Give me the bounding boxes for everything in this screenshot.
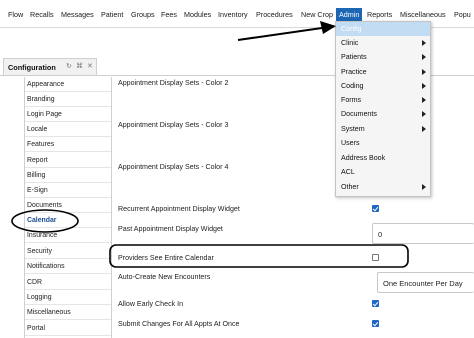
admin-menu-documents[interactable]: Documents bbox=[336, 107, 430, 121]
admin-menu-config[interactable]: Config bbox=[336, 22, 430, 36]
sidebar-item-miscellaneous[interactable]: Miscellaneous bbox=[25, 305, 111, 320]
sidebar-item-branding[interactable]: Branding bbox=[25, 92, 111, 107]
menu-flow[interactable]: Flow bbox=[8, 9, 23, 21]
menu-groups[interactable]: Groups bbox=[131, 9, 155, 21]
setting-label-color-2: Appointment Display Sets - Color 2 bbox=[118, 79, 229, 87]
sidebar-item-security[interactable]: Security bbox=[25, 244, 111, 259]
auto-create-select[interactable]: One Encounter Per Day bbox=[377, 272, 474, 293]
admin-menu-practice-label: Practice bbox=[341, 68, 367, 76]
setting-label-recurrent-widget: Recurrent Appointment Display Widget bbox=[118, 205, 240, 213]
admin-menu-other[interactable]: Other bbox=[336, 180, 430, 194]
admin-dropdown-menu: Config Clinic Patients Practice Coding F… bbox=[335, 21, 431, 197]
setting-label-early-check-in: Allow Early Check In bbox=[118, 300, 184, 308]
menu-messages[interactable]: Messages bbox=[61, 9, 94, 21]
submenu-arrow-icon bbox=[422, 111, 426, 117]
early-check-in-checkbox[interactable] bbox=[372, 300, 379, 307]
submenu-arrow-icon bbox=[422, 54, 426, 60]
sidebar-item-logging[interactable]: Logging bbox=[25, 290, 111, 305]
admin-menu-practice[interactable]: Practice bbox=[336, 65, 430, 79]
submenu-arrow-icon bbox=[422, 40, 426, 46]
admin-menu-address-book[interactable]: Address Book bbox=[336, 151, 430, 165]
admin-menu-patients[interactable]: Patients bbox=[336, 50, 430, 64]
sidebar-item-e-sign[interactable]: E-Sign bbox=[25, 183, 111, 198]
providers-entire-calendar-checkbox[interactable] bbox=[372, 254, 379, 261]
sidebar-item-login-page[interactable]: Login Page bbox=[25, 107, 111, 122]
sidebar-item-report[interactable]: Report bbox=[25, 153, 111, 168]
sidebar-item-features[interactable]: Features bbox=[25, 137, 111, 152]
menu-admin[interactable]: Admin bbox=[336, 8, 363, 22]
auto-create-value: One Encounter Per Day bbox=[383, 279, 463, 288]
config-sidebar: Appearance Branding Login Page Locale Fe… bbox=[24, 77, 112, 338]
admin-menu-users[interactable]: Users bbox=[336, 136, 430, 150]
tab-settings-icon[interactable]: ⌘ bbox=[76, 62, 83, 70]
menu-miscellaneous[interactable]: Miscellaneous bbox=[400, 9, 446, 21]
menu-patient[interactable]: Patient bbox=[101, 9, 123, 21]
submit-all-appts-checkbox[interactable] bbox=[372, 320, 379, 327]
setting-label-past-widget: Past Appointment Display Widget bbox=[118, 225, 223, 233]
submenu-arrow-icon bbox=[422, 184, 426, 190]
sidebar-item-documents[interactable]: Documents bbox=[25, 198, 111, 213]
admin-menu-system[interactable]: System bbox=[336, 122, 430, 136]
setting-label-color-3: Appointment Display Sets - Color 3 bbox=[118, 121, 229, 129]
menu-modules[interactable]: Modules bbox=[184, 9, 211, 21]
submenu-arrow-icon bbox=[422, 97, 426, 103]
menu-popups[interactable]: Popu bbox=[454, 9, 471, 21]
admin-menu-documents-label: Documents bbox=[341, 110, 377, 118]
sidebar-item-calendar[interactable]: Calendar bbox=[25, 213, 111, 228]
menu-new-crop[interactable]: New Crop bbox=[301, 9, 333, 21]
sidebar-item-billing[interactable]: Billing bbox=[25, 168, 111, 183]
menu-inventory[interactable]: Inventory bbox=[218, 9, 248, 21]
menu-procedures[interactable]: Procedures bbox=[256, 9, 293, 21]
past-widget-input[interactable]: 0 bbox=[372, 223, 474, 244]
submenu-arrow-icon bbox=[422, 83, 426, 89]
admin-menu-forms-label: Forms bbox=[341, 96, 362, 104]
close-icon[interactable]: ✕ bbox=[87, 62, 93, 70]
recurrent-widget-checkbox[interactable] bbox=[372, 205, 379, 212]
setting-label-auto-create: Auto-Create New Encounters bbox=[118, 273, 211, 281]
tab-label: Configuration bbox=[8, 63, 56, 72]
sidebar-item-portal[interactable]: Portal bbox=[25, 321, 111, 336]
admin-menu-clinic[interactable]: Clinic bbox=[336, 36, 430, 50]
admin-menu-coding-label: Coding bbox=[341, 82, 364, 90]
refresh-icon[interactable]: ↻ bbox=[66, 62, 72, 70]
admin-menu-clinic-label: Clinic bbox=[341, 39, 359, 47]
sidebar-item-notifications[interactable]: Notifications bbox=[25, 259, 111, 274]
setting-label-color-4: Appointment Display Sets - Color 4 bbox=[118, 163, 229, 171]
admin-menu-system-label: System bbox=[341, 125, 365, 133]
configuration-tab[interactable]: Configuration ↻ ⌘ ✕ bbox=[3, 58, 97, 75]
submenu-arrow-icon bbox=[422, 69, 426, 75]
sidebar-item-cdr[interactable]: CDR bbox=[25, 275, 111, 290]
menu-reports[interactable]: Reports bbox=[367, 9, 392, 21]
sidebar-item-locale[interactable]: Locale bbox=[25, 122, 111, 137]
admin-menu-other-label: Other bbox=[341, 183, 359, 191]
sidebar-item-appearance[interactable]: Appearance bbox=[25, 77, 111, 92]
submenu-arrow-icon bbox=[422, 126, 426, 132]
menu-fees[interactable]: Fees bbox=[161, 9, 177, 21]
admin-menu-patients-label: Patients bbox=[341, 53, 367, 61]
admin-menu-coding[interactable]: Coding bbox=[336, 79, 430, 93]
setting-label-providers-entire-calendar: Providers See Entire Calendar bbox=[118, 254, 214, 262]
sidebar-item-insurance[interactable]: Insurance bbox=[25, 228, 111, 243]
menu-recalls[interactable]: Recalls bbox=[30, 9, 54, 21]
admin-menu-forms[interactable]: Forms bbox=[336, 93, 430, 107]
setting-label-submit-all-appts: Submit Changes For All Appts At Once bbox=[118, 320, 240, 328]
admin-menu-acl[interactable]: ACL bbox=[336, 165, 430, 179]
past-widget-value: 0 bbox=[378, 230, 383, 239]
